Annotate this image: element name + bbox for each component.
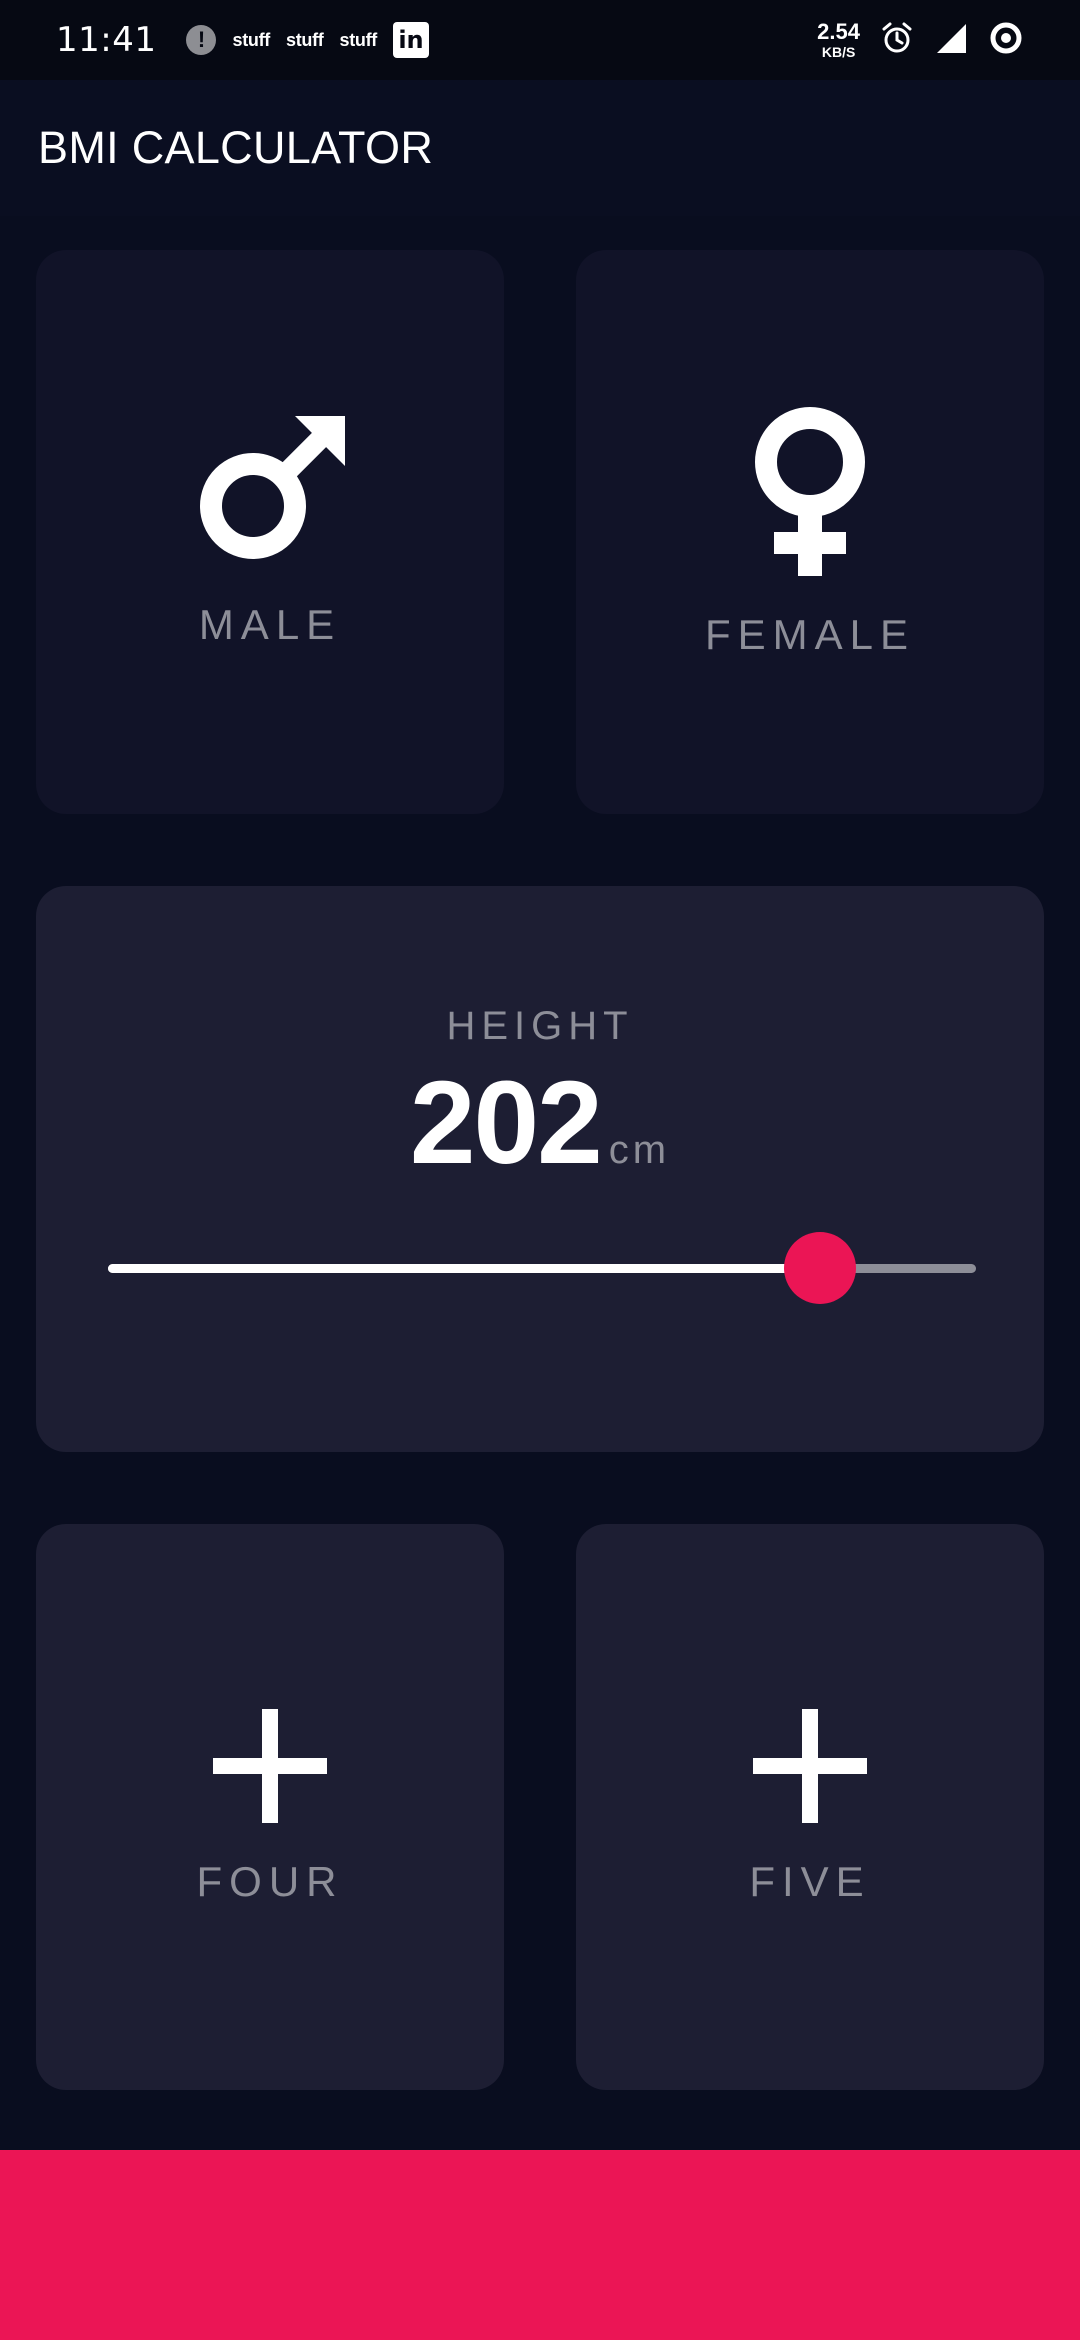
height-unit: cm xyxy=(608,1128,671,1172)
stuff-notification-icon: stuff xyxy=(339,29,377,50)
male-label: MALE xyxy=(198,600,342,648)
app-bar: BMI CALCULATOR xyxy=(0,80,1080,216)
height-slider[interactable] xyxy=(108,1232,976,1304)
alert-icon: ! xyxy=(186,25,217,55)
five-label: FIVE xyxy=(749,1857,871,1905)
slider-thumb[interactable] xyxy=(783,1232,856,1304)
network-speed-unit: KB/S xyxy=(821,44,856,60)
status-time: 11:41 xyxy=(56,20,157,60)
page-title: BMI CALCULATOR xyxy=(38,122,434,173)
plus-icon xyxy=(213,1708,327,1828)
notification-icons: ! stuff stuff stuff in xyxy=(186,22,429,58)
height-readout: 202 cm xyxy=(410,1055,670,1191)
height-value: 202 xyxy=(409,1057,603,1189)
male-card[interactable]: MALE xyxy=(36,250,504,814)
venus-icon xyxy=(750,406,870,581)
alarm-icon xyxy=(880,21,914,60)
signal-icon xyxy=(934,21,968,60)
system-status-icons: 2.54 KB/S xyxy=(817,20,1024,61)
plus-icon xyxy=(753,1708,867,1828)
data-saver-icon xyxy=(988,20,1024,61)
four-card[interactable]: FOUR xyxy=(36,1524,504,2090)
mars-icon xyxy=(195,415,345,571)
four-label: FOUR xyxy=(196,1857,344,1905)
female-label: FEMALE xyxy=(704,610,916,658)
stuff-notification-icon: stuff xyxy=(285,29,324,50)
female-card[interactable]: FEMALE xyxy=(576,250,1044,814)
status-bar: 11:41 ! stuff stuff stuff in 2.54 KB/S xyxy=(0,0,1080,80)
five-card[interactable]: FIVE xyxy=(576,1524,1044,2090)
height-card: HEIGHT 202 cm xyxy=(36,886,1044,1452)
height-label: HEIGHT xyxy=(446,1004,634,1048)
linkedin-icon: in xyxy=(392,22,429,58)
slider-track-active[interactable] xyxy=(108,1264,820,1273)
network-speed-value: 2.54 xyxy=(817,19,860,44)
calculate-button[interactable] xyxy=(0,2150,1080,2340)
stuff-notification-icon: stuff xyxy=(232,29,270,50)
network-speed: 2.54 KB/S xyxy=(817,19,860,60)
